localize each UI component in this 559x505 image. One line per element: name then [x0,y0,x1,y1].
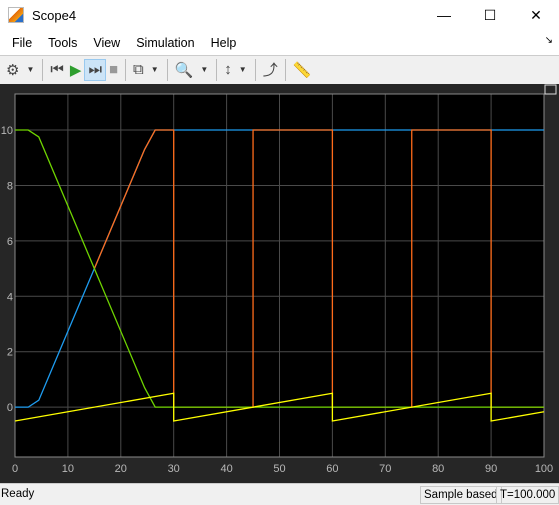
chevron-down-icon[interactable]: ▼ [235,65,251,74]
menu-bar: File Tools View Simulation Help ↘ [0,30,559,55]
toolbar: ⚙ ▼ ⏮ ▶ ⏭ ■ ⧉ ▼ 🔍 ▼ ↕ ▼ ⤴ 📏 [0,55,559,83]
toolbar-separator [216,58,218,81]
menu-tools[interactable]: Tools [40,36,85,50]
matlab-icon [8,7,24,23]
highlight-block-button[interactable]: ⧉ [130,59,147,81]
zoom-in-button[interactable]: 🔍 [172,59,197,81]
x-tick-label: 60 [326,463,338,475]
triggers-icon: ⤴ [262,62,278,79]
title-bar: Scope4 — ☐ ✕ [0,0,559,30]
y-tick-label: 8 [7,180,13,192]
y-tick-label: 0 [7,402,13,414]
scale-axes-icon: ↕ [224,61,232,78]
menu-view[interactable]: View [85,36,128,50]
close-button[interactable]: ✕ [513,0,559,30]
status-bar: Ready Sample based T=100.000 [0,483,559,505]
x-tick-label: 30 [168,463,180,475]
status-text: Ready [1,488,35,500]
toolbar-separator [166,58,168,81]
step-forward-icon: ⏭ [88,61,102,78]
x-tick-label: 100 [535,463,553,475]
y-tick-label: 10 [1,125,13,137]
x-tick-label: 0 [12,463,18,475]
window-title: Scope4 [32,7,77,23]
stop-button[interactable]: ■ [106,59,121,81]
menu-help[interactable]: Help [203,36,245,50]
chevron-down-icon[interactable]: ▼ [196,65,212,74]
simulation-time: T=100.000 [496,486,559,504]
measurements-button[interactable]: 📏 [290,59,315,81]
x-tick-label: 50 [273,463,285,475]
maximize-button[interactable]: ☐ [467,0,513,30]
scale-axes-button[interactable]: ↕ [221,59,235,81]
minimize-button[interactable]: — [421,0,467,30]
y-tick-label: 4 [7,291,13,303]
toolbar-separator [125,58,127,81]
run-button[interactable]: ▶ [67,59,85,81]
menu-file[interactable]: File [4,36,40,50]
chevron-down-icon[interactable]: ▼ [147,65,163,74]
y-tick-label: 6 [7,236,13,248]
scope-plot[interactable]: 0 10 20 30 40 50 60 70 80 90 100 0 2 4 6 8 10 [0,84,559,483]
chevron-down-icon[interactable]: ▼ [22,65,38,74]
toolbar-separator [42,58,44,81]
highlight-block-icon: ⧉ [133,61,144,78]
scope-display: 0 10 20 30 40 50 60 70 80 90 100 0 2 4 6 8 10 [0,84,559,483]
x-tick-label: 20 [115,463,127,475]
measurements-icon: 📏 [292,61,312,79]
step-back-icon: ⏮ [50,61,64,78]
x-tick-label: 90 [485,463,497,475]
toolbar-separator [284,58,286,81]
settings-button[interactable]: ⚙ [3,59,22,81]
x-tick-label: 80 [432,463,444,475]
toolbar-separator [254,58,256,81]
y-tick-label: 2 [7,347,13,359]
settings-icon: ⚙ [6,61,20,79]
sample-mode: Sample based [420,486,502,504]
step-back-button[interactable]: ⏮ [47,59,67,81]
step-forward-button[interactable]: ⏭ [84,58,106,81]
undock-axes-icon[interactable] [544,84,557,95]
run-icon: ▶ [69,61,82,79]
zoom-in-icon: 🔍 [174,61,194,79]
x-tick-label: 40 [220,463,232,475]
x-tick-label: 70 [379,463,391,475]
menu-simulation[interactable]: Simulation [128,36,202,50]
x-tick-label: 10 [62,463,74,475]
triggers-button[interactable]: ⤴ [260,59,281,81]
undock-icon[interactable]: ↘ [545,35,553,46]
stop-icon: ■ [108,61,119,78]
